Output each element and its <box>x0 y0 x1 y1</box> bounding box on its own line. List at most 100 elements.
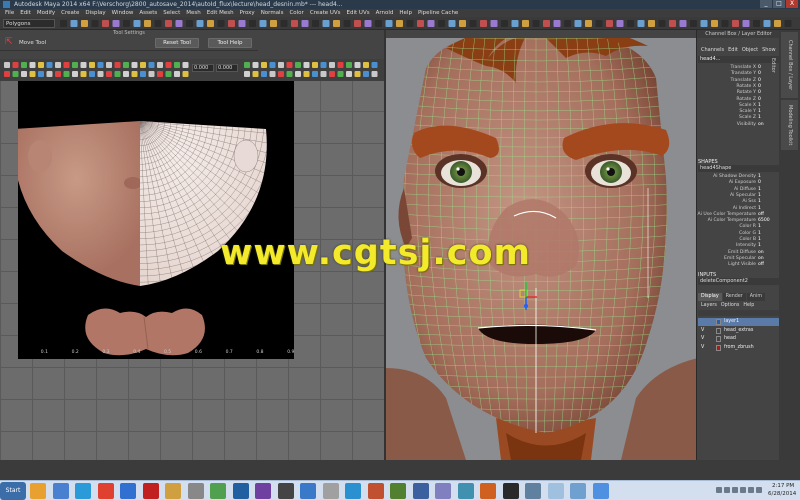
layer-visibility-toggle[interactable]: V <box>701 344 704 352</box>
uv-toolbar-icon[interactable] <box>106 71 112 77</box>
uv-toolbar-icon[interactable] <box>286 62 293 68</box>
layer-color-swatch[interactable] <box>716 336 721 342</box>
menu-item[interactable]: Create <box>58 9 82 17</box>
status-line-tool-icon[interactable] <box>175 20 183 27</box>
layer-tab-render[interactable]: Render <box>722 293 746 301</box>
uv-toolbar-icon[interactable] <box>80 71 87 77</box>
status-line-tool-icon[interactable] <box>763 20 771 27</box>
status-line-tool-icon[interactable] <box>690 20 697 27</box>
uv-toolbar-icon[interactable] <box>371 62 378 68</box>
uv-toolbar-icon[interactable] <box>21 71 27 77</box>
input-node[interactable]: deleteComponent2 <box>698 278 779 285</box>
uv-toolbar-icon[interactable] <box>106 62 112 68</box>
status-line-tool-icon[interactable] <box>60 20 67 27</box>
status-line-tool-icon[interactable] <box>385 20 393 27</box>
menu-item[interactable]: Assets <box>136 9 160 17</box>
uv-toolbar-icon[interactable] <box>140 71 146 77</box>
taskbar-app-icon[interactable] <box>390 483 406 499</box>
viewport-menu-item[interactable] <box>548 30 568 38</box>
layer-menu-item[interactable]: Help <box>741 302 756 309</box>
menu-item[interactable]: File <box>2 9 17 17</box>
uv-toolbar-icon[interactable] <box>269 62 276 68</box>
uv-toolbar-icon[interactable] <box>157 62 163 68</box>
uv-toolbar-icon[interactable] <box>286 71 293 77</box>
menu-item[interactable]: Help <box>396 9 415 17</box>
taskbar-app-icon[interactable] <box>322 483 339 499</box>
uv-toolbar-icon[interactable] <box>252 71 259 77</box>
uv-toolbar-icon[interactable] <box>114 62 121 68</box>
taskbar-app-icon[interactable] <box>570 483 586 499</box>
channel-attr-value[interactable]: on <box>758 122 764 128</box>
uv-toolbar-icon[interactable] <box>123 71 129 77</box>
uv-toolbar-icon[interactable] <box>295 62 301 68</box>
taskbar-app-icon[interactable] <box>412 483 429 499</box>
menu-item[interactable]: Modify <box>34 9 58 17</box>
tab-channel-box[interactable]: Channel Box / Layer Editor <box>770 32 798 98</box>
status-line-tool-icon[interactable] <box>270 20 277 27</box>
status-line-tool-icon[interactable] <box>165 20 172 27</box>
uv-toolbar-icon[interactable] <box>29 71 36 77</box>
status-line-tool-icon[interactable] <box>532 20 540 27</box>
status-line-tool-icon[interactable] <box>301 20 309 27</box>
uv-menu-item[interactable] <box>2 51 22 59</box>
status-line-tool-icon[interactable] <box>81 20 88 27</box>
uv-toolbar-icon[interactable] <box>182 71 189 77</box>
tray-icon[interactable] <box>756 487 762 493</box>
status-line-tool-icon[interactable] <box>228 20 235 27</box>
layer-visibility-toggle[interactable]: V <box>701 335 704 343</box>
uv-toolbar-icon[interactable] <box>21 62 27 68</box>
status-line-tool-icon[interactable] <box>280 20 288 27</box>
layer-color-swatch[interactable] <box>716 344 721 351</box>
taskbar-app-icon[interactable] <box>232 483 249 499</box>
status-line-tool-icon[interactable] <box>364 20 372 27</box>
menu-item[interactable]: Normals <box>258 9 287 17</box>
layer-menu-item[interactable]: Layers <box>699 302 719 309</box>
status-line-tool-icon[interactable] <box>217 20 225 27</box>
status-line-tool-icon[interactable] <box>553 20 561 27</box>
status-line-tool-icon[interactable] <box>648 20 655 27</box>
uv-menu-item[interactable] <box>62 51 82 59</box>
uv-v-field[interactable]: 0.000 <box>216 64 238 72</box>
status-line-tool-icon[interactable] <box>669 20 676 27</box>
menu-item[interactable]: Select <box>160 9 183 17</box>
taskbar-app-icon[interactable] <box>142 483 159 499</box>
uv-toolbar-icon[interactable] <box>148 62 155 68</box>
status-line-tool-icon[interactable] <box>259 20 267 27</box>
uv-toolbar-icon[interactable] <box>12 62 19 68</box>
uv-toolbar-icon[interactable] <box>354 62 361 68</box>
status-line-tool-icon[interactable] <box>333 20 340 27</box>
uv-toolbar-icon[interactable] <box>97 62 104 68</box>
taskbar-app-icon[interactable] <box>525 483 541 499</box>
shape-attr-value[interactable]: off <box>758 262 764 268</box>
uv-toolbar-icon[interactable] <box>123 62 129 68</box>
uv-toolbar-icon[interactable] <box>244 62 250 68</box>
status-line-tool-icon[interactable] <box>91 20 99 27</box>
layer-color-swatch[interactable] <box>716 327 721 334</box>
menu-item[interactable]: Mesh <box>183 9 203 17</box>
menu-item[interactable]: Display <box>82 9 108 17</box>
uv-toolbar-icon[interactable] <box>114 71 121 77</box>
uv-toolbar-icon[interactable] <box>312 62 318 68</box>
layer-color-swatch[interactable] <box>716 319 721 325</box>
status-line-tool-icon[interactable] <box>585 20 592 27</box>
status-line-tool-icon[interactable] <box>354 20 361 27</box>
status-line-tool-icon[interactable] <box>753 20 760 27</box>
minimize-button[interactable]: _ <box>760 0 772 8</box>
taskbar-app-icon[interactable] <box>210 483 226 499</box>
uv-toolbar-icon[interactable] <box>55 62 61 68</box>
status-line-tool-icon[interactable] <box>606 20 613 27</box>
taskbar-app-icon[interactable] <box>592 483 609 499</box>
layer-visibility-toggle[interactable]: V <box>701 327 704 335</box>
uv-menu-item[interactable] <box>22 51 42 59</box>
status-line-tool-icon[interactable] <box>616 20 624 27</box>
status-line-tool-icon[interactable] <box>406 20 414 27</box>
uv-toolbar-icon[interactable] <box>72 71 78 77</box>
layer-row[interactable]: Vfrom_zbrush <box>698 344 779 352</box>
uv-toolbar-icon[interactable] <box>174 62 180 68</box>
status-line-tool-icon[interactable] <box>133 20 141 27</box>
shape-attr-row[interactable]: Light Visible off <box>697 262 780 268</box>
maximize-button[interactable]: □ <box>773 0 785 8</box>
uv-toolbar-icon[interactable] <box>278 71 284 77</box>
viewport-menu-item[interactable] <box>408 30 428 38</box>
taskbar-app-icon[interactable] <box>187 483 204 499</box>
